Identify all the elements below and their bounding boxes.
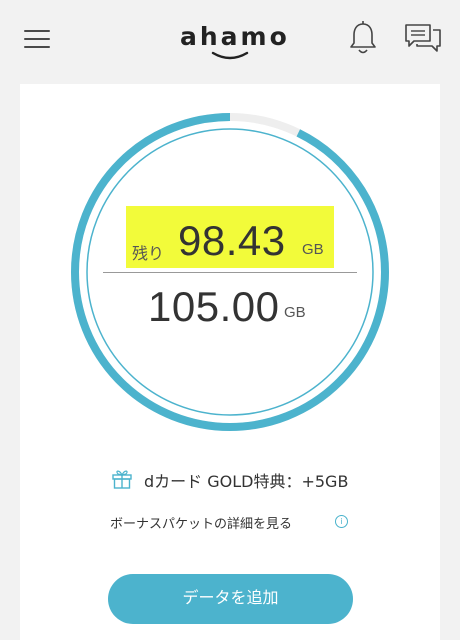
ahamo-logo: ahamo [180,18,290,62]
remaining-highlight: 残り 98.43 GB [126,206,334,268]
chat-bubbles-icon[interactable] [404,22,442,54]
bonus-packet-detail-link[interactable]: ボーナスパケットの詳細を見る [110,513,292,532]
info-icon[interactable]: i [335,515,348,528]
total-data-value: 105.00 [148,283,280,330]
remaining-data-value: 98.43 [178,217,286,264]
remaining-label: 残り [132,244,165,263]
logo-smile-mark [211,51,249,60]
app-header: ahamo [0,0,460,82]
total-unit: GB [284,304,306,321]
gift-icon [112,470,132,489]
remaining-unit: GB [302,241,324,258]
bonus-label: dカード GOLD特典：+5GB [144,472,349,491]
hamburger-menu-icon[interactable] [24,28,50,50]
logo-text: ahamo [180,22,290,51]
gauge-divider [103,272,357,273]
add-data-button[interactable]: データを追加 [108,574,353,624]
bell-icon[interactable] [348,20,378,56]
